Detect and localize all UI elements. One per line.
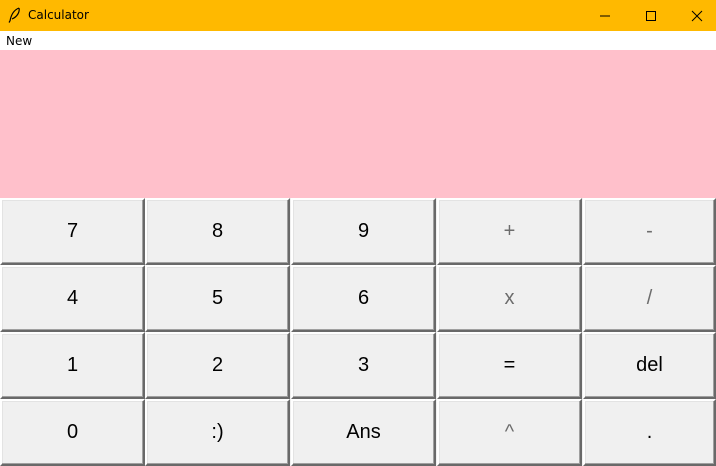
keypad: 7 8 9 + - 4 5 6 x / 1 2 3 = del 0 :) Ans…: [0, 198, 716, 466]
menu-bar: New: [0, 31, 716, 50]
close-button[interactable]: [674, 0, 716, 31]
minimize-button[interactable]: [582, 0, 628, 31]
key-0[interactable]: 0: [0, 399, 145, 466]
key-smiley[interactable]: :): [145, 399, 290, 466]
key-1[interactable]: 1: [0, 332, 145, 399]
key-2[interactable]: 2: [145, 332, 290, 399]
menu-item-new[interactable]: New: [6, 34, 32, 48]
maximize-button[interactable]: [628, 0, 674, 31]
key-equals[interactable]: =: [437, 332, 582, 399]
key-minus[interactable]: -: [583, 198, 716, 265]
key-delete[interactable]: del: [583, 332, 716, 399]
feather-icon: [8, 7, 22, 23]
key-9[interactable]: 9: [291, 198, 436, 265]
key-multiply[interactable]: x: [437, 265, 582, 332]
window-title: Calculator: [28, 8, 89, 22]
key-3[interactable]: 3: [291, 332, 436, 399]
key-6[interactable]: 6: [291, 265, 436, 332]
key-8[interactable]: 8: [145, 198, 290, 265]
key-plus[interactable]: +: [437, 198, 582, 265]
key-4[interactable]: 4: [0, 265, 145, 332]
key-5[interactable]: 5: [145, 265, 290, 332]
key-ans[interactable]: Ans: [291, 399, 436, 466]
key-divide[interactable]: /: [583, 265, 716, 332]
calculator-display: [0, 50, 716, 198]
title-bar[interactable]: Calculator: [0, 0, 716, 31]
key-7[interactable]: 7: [0, 198, 145, 265]
key-decimal[interactable]: .: [583, 399, 716, 466]
key-power[interactable]: ^: [437, 399, 582, 466]
